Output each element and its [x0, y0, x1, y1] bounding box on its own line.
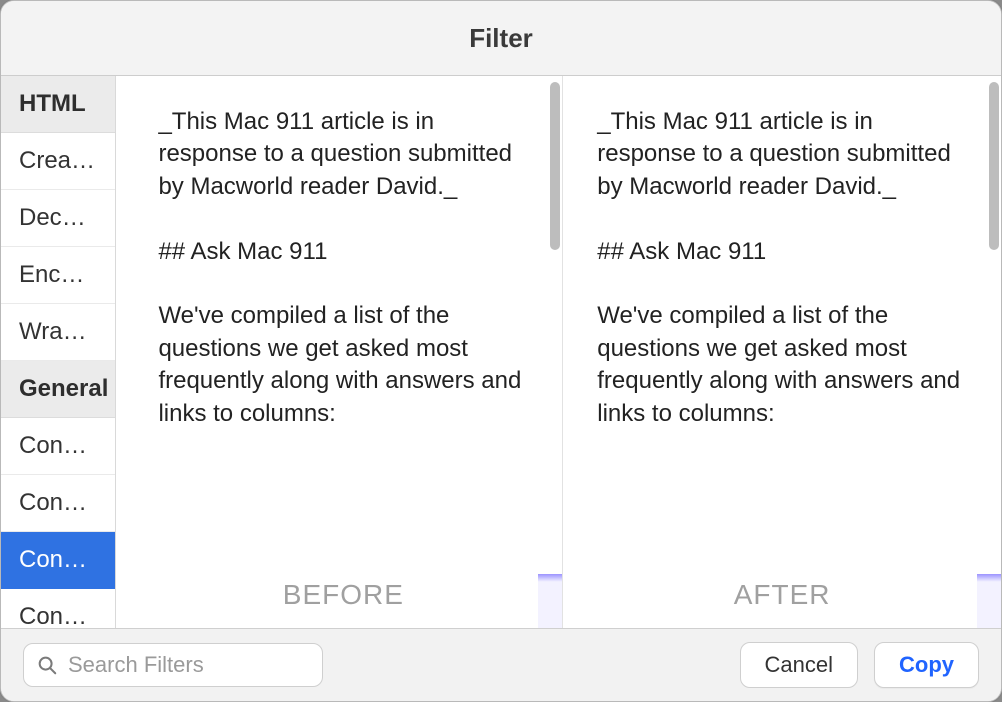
- after-pane: _This Mac 911 article is in response to …: [562, 76, 1001, 628]
- cancel-button[interactable]: Cancel: [740, 642, 858, 688]
- bottombar: Cancel Copy: [1, 628, 1001, 701]
- sidebar-item-wrap-p-tags[interactable]: Wrap in Paragraph Tags: [1, 304, 115, 361]
- scrollbar-thumb[interactable]: [989, 82, 999, 250]
- after-text: _This Mac 911 article is in response to …: [563, 76, 1001, 628]
- sidebar-item-dumb-pun[interactable]: Convert to Dumb Pun…: [1, 475, 115, 532]
- sidebar-item-smart-pun[interactable]: Convert to Smart Pun…: [1, 418, 115, 475]
- sidebar-item-uppercase[interactable]: Convert to Uppercase: [1, 589, 115, 628]
- scrollbar-thumb[interactable]: [550, 82, 560, 250]
- group-header-general: General: [1, 361, 115, 418]
- before-text: _This Mac 911 article is in response to …: [124, 76, 562, 628]
- sidebar-item-encode-url[interactable]: Encode URL: [1, 247, 115, 304]
- group-header-html: HTML: [1, 76, 115, 133]
- titlebar: Filter: [1, 1, 1001, 76]
- copy-button[interactable]: Copy: [874, 642, 979, 688]
- sidebar-item-plain-text[interactable]: Convert to Plain Text: [1, 532, 115, 589]
- selection-indicator: [538, 574, 562, 628]
- search-field-wrap[interactable]: [23, 643, 323, 687]
- sidebar-list: HTML Create List Decode URL Encode URL W…: [1, 76, 115, 628]
- window-title: Filter: [469, 23, 533, 54]
- sidebar: HTML Create List Decode URL Encode URL W…: [1, 76, 116, 628]
- before-pane: _This Mac 911 article is in response to …: [124, 76, 562, 628]
- selection-indicator: [977, 574, 1001, 628]
- preview-area: _This Mac 911 article is in response to …: [116, 76, 1001, 628]
- content-area: HTML Create List Decode URL Encode URL W…: [1, 76, 1001, 628]
- search-input[interactable]: [66, 651, 358, 679]
- sidebar-item-decode-url[interactable]: Decode URL: [1, 190, 115, 247]
- filter-window: Filter HTML Create List Decode URL Encod…: [0, 0, 1002, 702]
- search-icon: [36, 654, 58, 676]
- sidebar-item-create-list[interactable]: Create List: [1, 133, 115, 190]
